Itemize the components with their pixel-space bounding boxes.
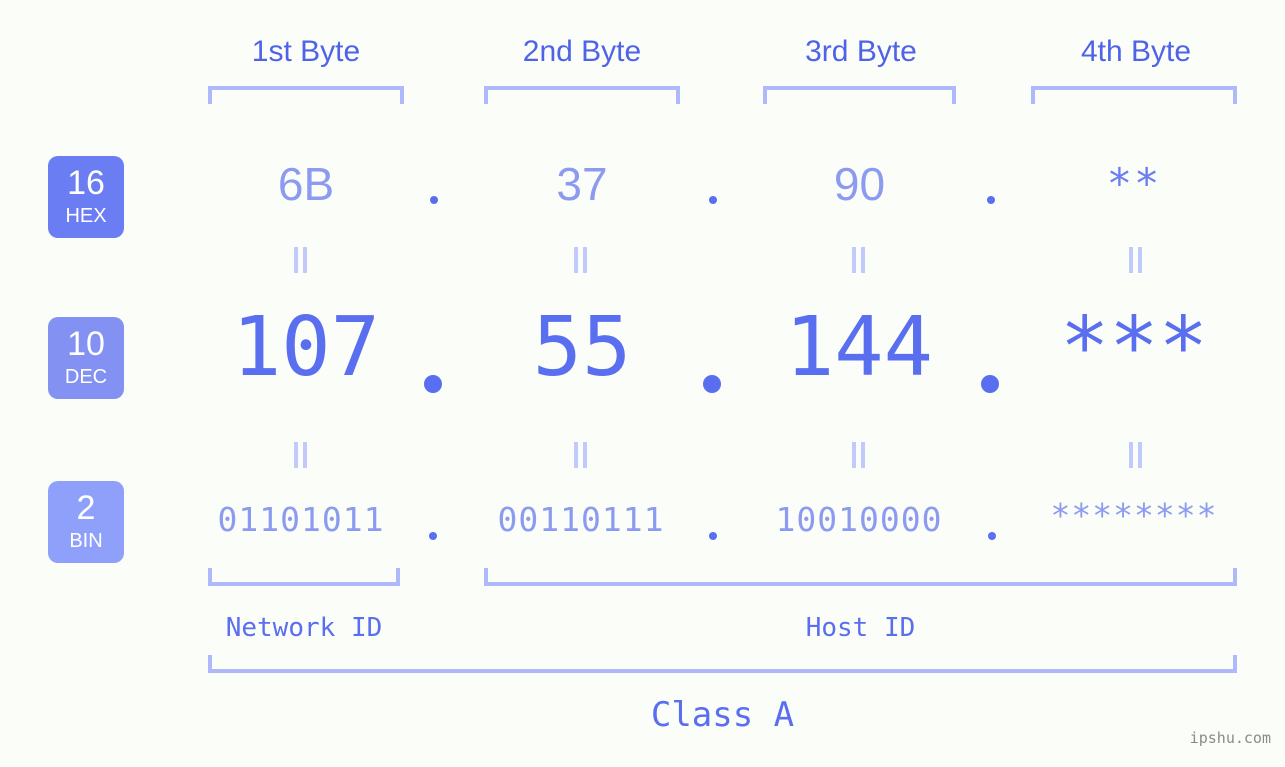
base-badge-hex: 16 HEX [48,156,124,238]
hex-separator-dot-2 [709,196,717,204]
base-badge-dec-number: 10 [67,325,105,363]
ip-address-diagram: 1st Byte 2nd Byte 3rd Byte 4th Byte 16 H… [0,0,1285,767]
bin-byte-3: 10010000 [775,500,943,539]
byte-header-1: 1st Byte [251,35,361,68]
byte-bracket-3 [763,86,956,104]
equals-mark-hex-dec-4 [1128,247,1144,273]
hex-byte-1: 6B [277,158,335,210]
watermark: ipshu.com [1189,729,1271,747]
hex-byte-2: 37 [556,158,608,210]
byte-bracket-2 [484,86,680,104]
host-id-label: Host ID [805,613,916,643]
equals-mark-dec-bin-4 [1128,442,1144,468]
network-id-bracket [208,568,400,586]
network-id-label: Network ID [225,613,383,643]
base-badge-hex-number: 16 [67,164,105,202]
byte-header-4: 4th Byte [1080,35,1192,68]
equals-mark-hex-dec-2 [573,247,589,273]
equals-mark-hex-dec-1 [293,247,309,273]
hex-separator-dot-1 [430,196,438,204]
bin-byte-2: 00110111 [497,500,665,539]
base-badge-bin-name: BIN [69,530,103,552]
host-id-bracket [484,568,1237,586]
equals-mark-hex-dec-3 [851,247,867,273]
dec-separator-dot-2 [703,375,721,393]
dec-byte-2: 55 [532,300,632,395]
base-badge-bin-number: 2 [76,489,96,527]
base-badge-dec-name: DEC [64,366,108,388]
dec-byte-4: *** [1059,300,1209,395]
dec-byte-3: 144 [784,300,934,395]
byte-header-2: 2nd Byte [522,35,642,68]
bin-byte-4: ******** [1050,496,1218,535]
bin-separator-dot-2 [709,532,717,540]
class-bracket [208,655,1237,673]
byte-bracket-1 [208,86,404,104]
base-badge-dec: 10 DEC [48,317,124,399]
base-badge-hex-name: HEX [65,205,107,227]
dec-byte-1: 107 [231,300,381,395]
hex-separator-dot-3 [987,196,995,204]
dec-separator-dot-3 [981,375,999,393]
byte-header-3: 3rd Byte [805,35,917,68]
hex-byte-3: 90 [833,158,886,210]
hex-byte-4: ** [1106,159,1162,208]
dec-separator-dot-1 [424,375,442,393]
equals-mark-dec-bin-3 [851,442,867,468]
byte-bracket-4 [1031,86,1237,104]
bin-separator-dot-3 [988,532,996,540]
base-badge-bin: 2 BIN [48,481,124,563]
equals-mark-dec-bin-1 [293,442,309,468]
class-label: Class A [650,695,795,735]
equals-mark-dec-bin-2 [573,442,589,468]
bin-byte-1: 01101011 [217,500,385,539]
bin-separator-dot-1 [429,532,437,540]
